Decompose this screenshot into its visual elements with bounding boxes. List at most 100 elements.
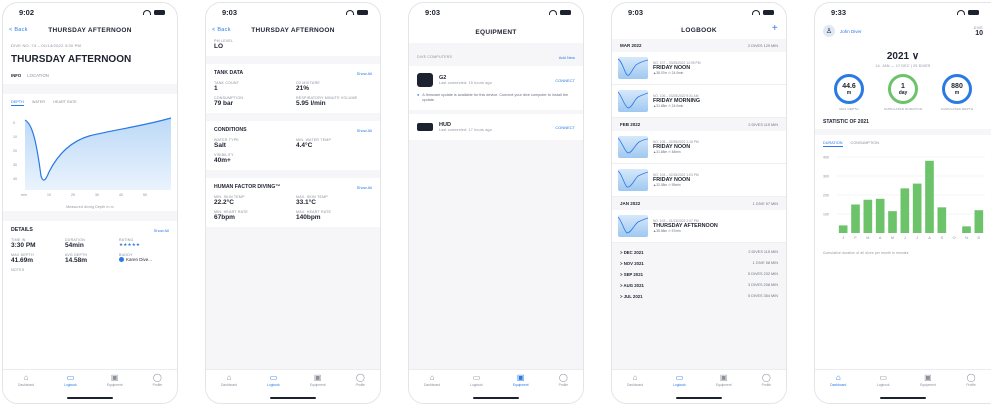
home-icon: ⌂ xyxy=(835,373,841,382)
back-button[interactable]: < Back xyxy=(9,27,28,33)
home-icon: ⌂ xyxy=(429,373,435,382)
card-title: TANK DATA xyxy=(214,70,244,76)
book-icon: ▭ xyxy=(66,373,75,382)
log-entry[interactable]: NO. 103 – 01/13/2022 2:07 PM THURSDAY AFT… xyxy=(612,210,786,243)
tab-location[interactable]: LOCATION xyxy=(27,73,49,78)
tab-profile[interactable]: ◯ Profile xyxy=(966,374,975,403)
device-row[interactable]: G2 Last connected: 15 hours ago CONNECT … xyxy=(409,66,583,110)
collapsed-month[interactable]: > DEC 2021 2 DIVES 115 MIN xyxy=(612,247,786,258)
field-value: 40m+ xyxy=(214,157,231,164)
x-tick-label: M xyxy=(891,236,894,240)
show-all-link[interactable]: Show All xyxy=(357,71,372,76)
status-time: 9:33 xyxy=(831,7,847,17)
nav-title: THURSDAY AFTERNOON xyxy=(251,26,335,34)
cum-depth-stat: 880 m CUMULATED DEPTH xyxy=(931,74,983,111)
collapsed-month[interactable]: > AUG 2021 3 DIVES 208 MIN xyxy=(612,280,786,291)
tab-dashboard[interactable]: ⌂ Dashboard xyxy=(18,374,34,403)
x-tick-label: D xyxy=(977,236,980,240)
svg-text:20: 20 xyxy=(13,149,17,153)
tab-dashboard[interactable]: ⌂ Dashboard xyxy=(221,374,237,403)
nav-title: LOGBOOK xyxy=(681,26,717,34)
collapsed-month[interactable]: > NOV 2021 1 DIVE 58 MIN xyxy=(612,258,786,269)
x-tick-label: J xyxy=(916,236,918,240)
tab-info[interactable]: INFO xyxy=(11,73,21,78)
diver-avatar-icon[interactable]: ♙ xyxy=(823,25,835,37)
screens-row: 9:02 < Back THURSDAY AFTERNOON DIVE NO. … xyxy=(0,0,991,407)
field-value: 1 xyxy=(214,85,218,92)
log-entry[interactable]: NO. 104 – 02/18/2022 1:03 PM FRIDAY NOON ▲… xyxy=(612,164,786,197)
detail-value: 41.69m xyxy=(11,257,34,264)
tab-dashboard[interactable]: ⌂ Dashboard xyxy=(424,374,440,403)
collapsed-month[interactable]: > JUL 2021 5 DIVES 354 MIN xyxy=(612,291,786,302)
status-icons xyxy=(549,9,571,15)
human-factor-card: HUMAN FACTOR DIVING™ Show All MIN. SKIN T… xyxy=(206,178,380,227)
conditions-card: CONDITIONS Show All WATER TYPE Salt MIN. W… xyxy=(206,121,380,170)
add-dive-button[interactable]: + xyxy=(772,23,778,34)
battery-icon xyxy=(560,9,571,15)
add-new-button[interactable]: Add New xyxy=(559,55,575,60)
tab-profile[interactable]: ◯ Profile xyxy=(762,374,771,403)
dive-number: DIVE NO. 74 – 01/14/2022 3:30 PM xyxy=(11,43,81,48)
tab-bar: ⌂ Dashboard ▭ Logbook ▣ Equipment ◯ Profile xyxy=(815,369,991,403)
phone-dive-detail: 9:02 < Back THURSDAY AFTERNOON DIVE NO. … xyxy=(2,2,178,404)
tab-duration[interactable]: DURATION xyxy=(823,141,843,147)
show-all-link[interactable]: Show All xyxy=(357,185,372,190)
battery-icon xyxy=(357,9,368,15)
svg-text:50: 50 xyxy=(143,193,147,197)
log-entry[interactable]: NO. 106 – 03/25/2022 9:31 AM FRIDAY MORNI… xyxy=(612,85,786,118)
field-value: 79 bar xyxy=(214,100,234,107)
month-header[interactable]: FEB 2022 2 DIVES 115 MIN xyxy=(612,118,786,131)
connect-button[interactable]: CONNECT xyxy=(555,125,575,130)
hud-icon xyxy=(417,123,433,131)
nav-bar: < Back THURSDAY AFTERNOON xyxy=(206,21,380,39)
book-icon: ▭ xyxy=(269,373,278,382)
month-header[interactable]: JAN 2022 1 DIVE 57 MIN xyxy=(612,197,786,210)
details-card: DETAILS Show All TIME IN 3:30 PM DURATION 5… xyxy=(3,221,177,278)
max-depth-ring: 44.6 m xyxy=(834,74,864,104)
collapsed-month[interactable]: > SEP 2021 5 DIVES 232 MIN xyxy=(612,269,786,280)
duration-ring: 1 day xyxy=(888,74,918,104)
device-icon: ▣ xyxy=(516,373,525,382)
dive-profile-thumbnail xyxy=(618,57,648,79)
home-indicator xyxy=(473,397,519,399)
book-icon: ▭ xyxy=(472,373,481,382)
duration-stat: 1 day CUMULATED DURATION xyxy=(877,74,929,111)
tab-profile[interactable]: ◯ Profile xyxy=(559,374,568,403)
user-name[interactable]: John Diver xyxy=(840,29,862,34)
home-indicator xyxy=(67,397,113,399)
bar-6 xyxy=(900,188,910,233)
status-icons xyxy=(143,9,165,15)
profile-icon: ◯ xyxy=(558,373,568,382)
tab-dashboard[interactable]: ⌂ Dashboard xyxy=(627,374,643,403)
wifi-icon xyxy=(752,9,760,15)
statistic-title: STATISTIC OF 2021 xyxy=(823,119,869,125)
x-tick-label: A xyxy=(879,236,882,240)
dive-profile-thumbnail xyxy=(618,215,648,237)
back-button[interactable]: < Back xyxy=(212,27,231,33)
tab-profile[interactable]: ◯ Profile xyxy=(153,374,162,403)
log-entry[interactable]: NO. 105 – 02/25/2022 1:18 PM FRIDAY NOON ▲… xyxy=(612,131,786,164)
details-show-all[interactable]: Show All xyxy=(154,228,169,233)
connect-button[interactable]: CONNECT xyxy=(555,78,575,83)
tab-profile[interactable]: ◯ Profile xyxy=(356,374,365,403)
buddy-avatar xyxy=(119,257,124,262)
tab-consumption[interactable]: CONSUMPTION xyxy=(851,141,879,147)
bar-4 xyxy=(875,198,885,233)
log-entry[interactable]: NO. 107 – 03/25/2022 12:09 PM FRIDAY NOON… xyxy=(612,52,786,85)
dives-label: DIVE xyxy=(973,25,983,30)
status-bar: 9:33 xyxy=(815,3,991,21)
depth-area xyxy=(25,118,171,190)
dive-profile-thumbnail xyxy=(618,90,648,112)
month-header[interactable]: MAR 2022 2 DIVES 129 MIN xyxy=(612,39,786,52)
svg-text:20: 20 xyxy=(71,193,75,197)
device-row[interactable]: HUD Last connected: 17 hours ago CONNECT xyxy=(409,114,583,140)
tab-bar: ⌂ Dashboard ▭ Logbook ▣ Equipment ◯ Profile xyxy=(612,369,786,403)
year-selector[interactable]: 2021 ∨ xyxy=(815,51,991,62)
buddy-name[interactable]: Karen Dive... xyxy=(126,257,152,262)
show-all-link[interactable]: Show All xyxy=(357,128,372,133)
tab-dashboard[interactable]: ⌂ Dashboard xyxy=(830,374,846,403)
x-tick-label: M xyxy=(866,236,869,240)
depth-chart: 0 10 20 30 40 min 10 20 30 40 50 xyxy=(13,117,172,197)
x-tick-label: N xyxy=(965,236,968,240)
field-value: 67bpm xyxy=(214,214,235,221)
